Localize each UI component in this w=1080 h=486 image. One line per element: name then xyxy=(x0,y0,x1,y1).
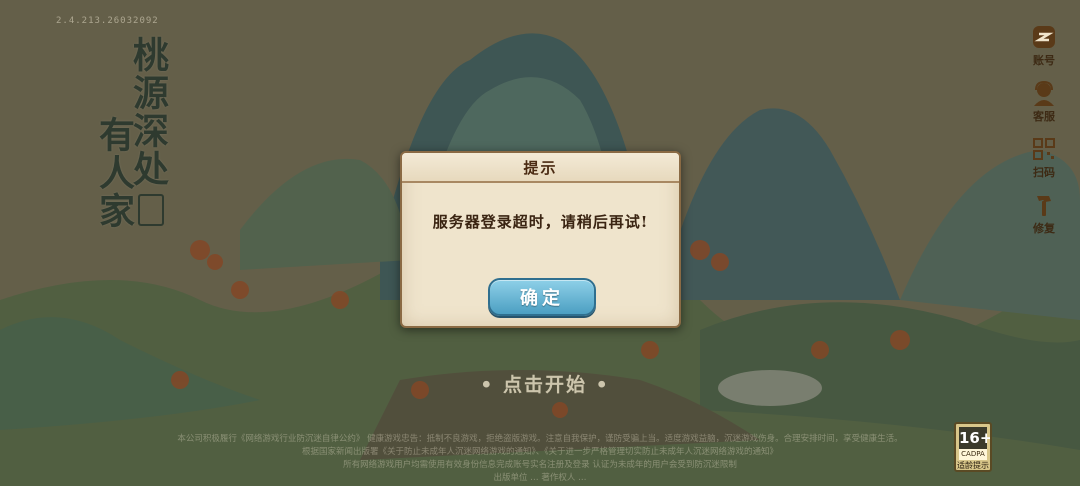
age-rating-value: 16+ xyxy=(959,427,992,449)
dialog-message: 服务器登录超时，请稍后再试! xyxy=(432,213,649,231)
side-item-account[interactable]: 账号 xyxy=(1018,24,1070,80)
customer-service-icon xyxy=(1034,80,1054,106)
legal-line: 本公司积极履行《网络游戏行业防沉迷自律公约》 健康游戏忠告：抵制不良游戏，拒绝盗… xyxy=(177,434,903,444)
confirm-button[interactable]: 确定 xyxy=(488,278,596,316)
game-title-line2: 有人家 xyxy=(93,116,135,230)
side-item-label: 扫码 xyxy=(1033,166,1055,179)
legal-line: 所有网络游戏用户均需使用有效身份信息完成账号实名注册及登录 认证为未成年的用户会… xyxy=(343,460,737,470)
age-rating-org: CADPA xyxy=(959,449,987,460)
dialog-header: 提示 xyxy=(402,153,679,183)
age-rating-tip: 适龄提示 xyxy=(957,461,989,470)
side-menu: 账号 客服 扫码 修复 xyxy=(1018,24,1070,248)
age-rating-badge[interactable]: 16+ CADPA 适龄提示 xyxy=(954,422,992,472)
side-item-label: 客服 xyxy=(1033,110,1055,123)
legal-line: 出版单位 … 著作权人 … xyxy=(493,473,587,483)
side-item-customer-service[interactable]: 客服 xyxy=(1018,80,1070,136)
side-item-label: 账号 xyxy=(1033,54,1055,67)
side-item-label: 修复 xyxy=(1033,222,1055,235)
legal-notice: 本公司积极履行《网络游戏行业防沉迷自律公约》 健康游戏忠告：抵制不良游戏，拒绝盗… xyxy=(150,433,930,485)
qr-scan-icon xyxy=(1033,138,1055,160)
alert-dialog: 提示 服务器登录超时，请稍后再试! 确定 xyxy=(400,151,681,328)
side-item-repair[interactable]: 修复 xyxy=(1018,192,1070,248)
title-seal-stamp xyxy=(138,194,164,226)
repair-hammer-icon xyxy=(1037,196,1051,216)
legal-line: 根据国家新闻出版署《关于防止未成年人沉迷网络游戏的通知》、《关于进一步严格管理切… xyxy=(301,447,778,457)
account-icon xyxy=(1033,26,1055,48)
dialog-title: 提示 xyxy=(523,158,558,177)
tap-to-start-prompt[interactable]: • 点击开始 • xyxy=(470,370,620,397)
version-label: 2.4.213.26032092 xyxy=(56,16,159,26)
side-item-scan[interactable]: 扫码 xyxy=(1018,136,1070,192)
